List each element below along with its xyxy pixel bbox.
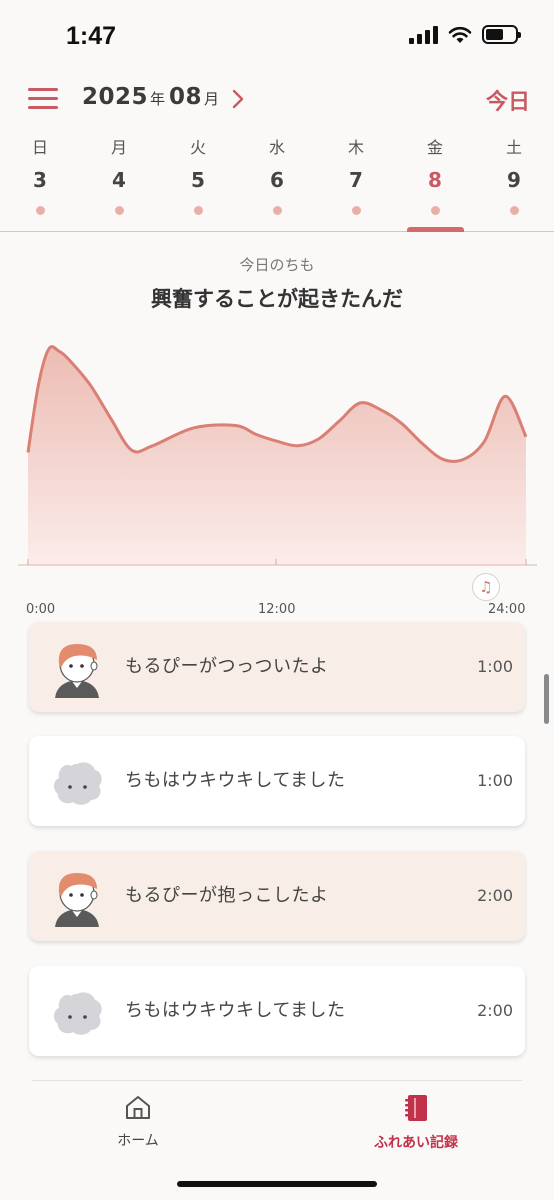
week-strip: 日 3 月 4 火 5 水 6 木 7 金 8 土 9: [0, 136, 554, 232]
event-text: もるぴーが抱っこしたよ: [125, 885, 329, 906]
year-suffix: 年: [150, 90, 166, 108]
person-avatar-icon: [55, 644, 99, 698]
event-text: もるぴーがつっついたよ: [125, 656, 329, 677]
day-name: 日: [31, 138, 48, 157]
home-indicator: [177, 1181, 377, 1187]
cellular-signal-icon: [409, 25, 438, 44]
battery-icon: [482, 25, 521, 44]
home-icon: [126, 1096, 150, 1119]
event-text: ちもはウキウキしてました: [125, 1000, 346, 1021]
event-text: ちもはウキウキしてました: [125, 770, 346, 791]
status-time: 1:47: [66, 22, 117, 50]
x-tick-label: 12:00: [258, 602, 296, 617]
event-card[interactable]: もるぴーがつっついたよ 1:00: [29, 622, 525, 712]
day-number: 7: [349, 168, 363, 192]
status-icons: [409, 25, 521, 44]
record-dot: [193, 206, 203, 215]
mood-title: 興奮することが起きたんだ: [151, 287, 403, 311]
chimo-avatar-icon: [53, 762, 102, 805]
x-tick-label: 0:00: [26, 602, 56, 617]
music-note-icon[interactable]: ♫: [472, 573, 500, 601]
chevron-right-icon[interactable]: [231, 88, 245, 116]
day-name: 金: [426, 138, 443, 157]
event-card[interactable]: ちもはウキウキしてました 1:00: [29, 736, 525, 826]
person-avatar-icon: [55, 873, 99, 927]
day-number: 8: [428, 168, 442, 192]
month-value: 08: [169, 84, 203, 110]
chart-area-fill: [28, 346, 526, 565]
record-dot: [509, 206, 519, 215]
day-sunday[interactable]: 日 3: [10, 136, 70, 231]
mood-chart: [18, 345, 537, 566]
x-tick-label: 24:00: [488, 602, 526, 617]
day-wednesday[interactable]: 水 6: [247, 136, 307, 231]
event-time: 2:00: [477, 1001, 513, 1020]
hamburger-menu-icon[interactable]: [28, 88, 58, 110]
day-saturday[interactable]: 土 9: [484, 136, 544, 231]
day-name: 水: [268, 138, 285, 157]
day-number: 6: [270, 168, 284, 192]
selected-day-indicator: [407, 227, 464, 232]
wifi-icon: [448, 26, 472, 43]
day-tuesday[interactable]: 火 5: [168, 136, 228, 231]
notebook-icon: [405, 1095, 427, 1121]
scrollbar[interactable]: [544, 674, 549, 724]
event-card[interactable]: もるぴーが抱っこしたよ 2:00: [29, 851, 525, 941]
record-dot: [114, 206, 124, 215]
day-number: 9: [507, 168, 521, 192]
year-value: 2025: [82, 84, 149, 110]
day-name: 土: [505, 138, 522, 157]
chimo-avatar-icon: [53, 992, 102, 1035]
record-dot: [351, 206, 361, 215]
record-dot: [272, 206, 282, 215]
status-bar: 1:47: [0, 0, 554, 72]
today-button[interactable]: 今日: [486, 84, 530, 116]
header: 2025 年 08 月 今日: [0, 80, 554, 120]
mood-subtitle: 今日のちも: [239, 256, 315, 274]
day-friday-selected[interactable]: 金 8: [405, 136, 465, 231]
tab-divider: [32, 1080, 522, 1081]
day-thursday[interactable]: 木 7: [326, 136, 386, 231]
day-monday[interactable]: 月 4: [89, 136, 149, 231]
day-name: 月: [110, 138, 127, 157]
tab-home[interactable]: ホーム: [78, 1094, 198, 1150]
event-time: 2:00: [477, 886, 513, 905]
record-dot: [35, 206, 45, 215]
record-dot: [430, 206, 440, 215]
month-suffix: 月: [204, 90, 220, 108]
tab-label: ふれあい記録: [374, 1135, 458, 1151]
tab-records[interactable]: ふれあい記録: [356, 1094, 476, 1152]
event-time: 1:00: [477, 657, 513, 676]
tab-label: ホーム: [117, 1133, 159, 1149]
day-number: 3: [33, 168, 47, 192]
event-card[interactable]: ちもはウキウキしてました 2:00: [29, 966, 525, 1056]
day-number: 4: [112, 168, 126, 192]
day-name: 火: [189, 138, 206, 157]
day-name: 木: [347, 138, 364, 157]
event-time: 1:00: [477, 771, 513, 790]
day-number: 5: [191, 168, 205, 192]
month-label: 2025 年 08 月: [82, 84, 223, 110]
